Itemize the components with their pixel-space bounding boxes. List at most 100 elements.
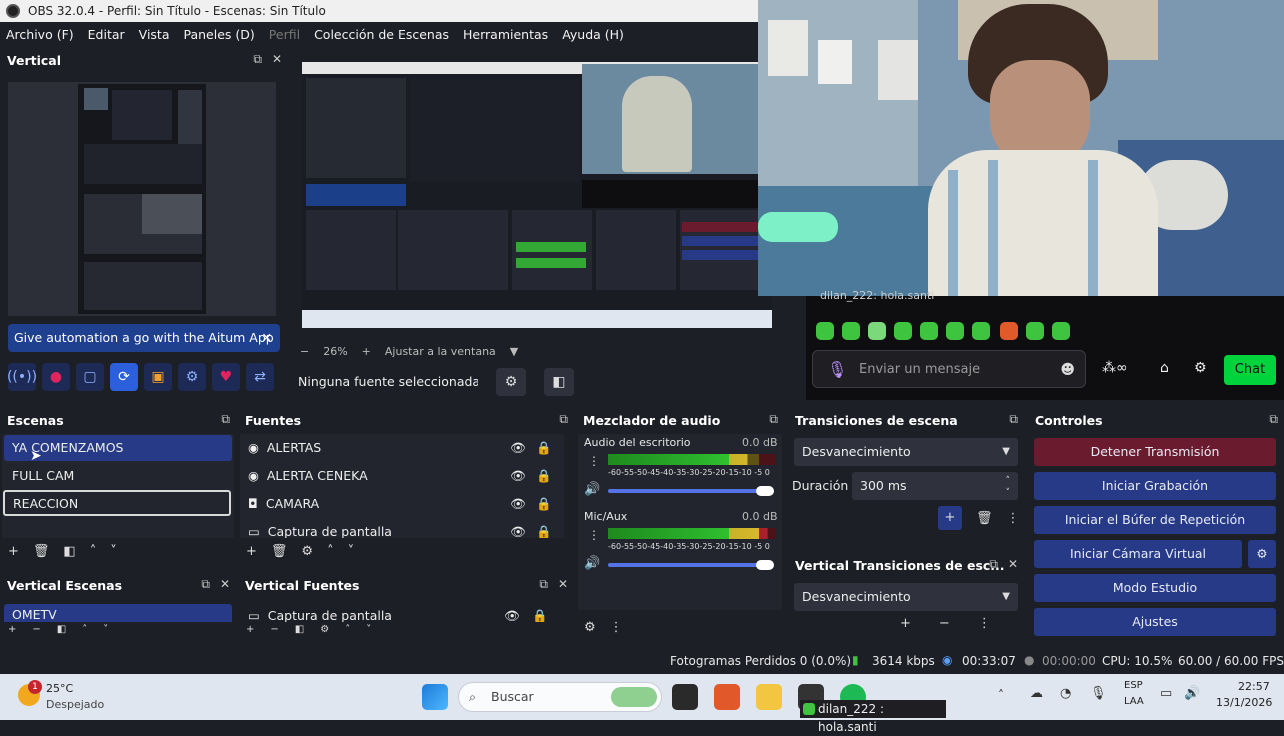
file-explorer-icon[interactable] [756,684,782,710]
main-preview[interactable] [302,62,772,328]
remove-icon[interactable]: − [939,616,950,631]
emote-icon[interactable] [1052,322,1070,340]
lock-icon[interactable]: 🔒 [536,519,552,538]
lock-icon[interactable]: 🔒 [536,435,552,461]
float-icon[interactable]: ⧉ [559,412,568,427]
menu-herramientas[interactable]: Herramientas [463,27,556,42]
menu-archivo[interactable]: Archivo (F) [6,27,82,42]
microphone-icon[interactable]: 🎙 [1090,686,1107,701]
virtual-camera-button[interactable]: Iniciar Cámara Virtual [1034,540,1242,568]
float-icon[interactable]: ⧉ [221,412,230,427]
add-icon[interactable]: + [900,616,911,631]
tray-icon[interactable]: ◔ [1060,686,1071,701]
eye-icon[interactable]: 👁 [504,604,520,622]
volume-slider[interactable] [608,489,774,493]
trash-icon[interactable]: 🗑 [33,544,50,559]
add-icon[interactable]: + [246,544,257,559]
fit-window-select[interactable]: Ajustar a la ventana [385,345,496,358]
menu-vista[interactable]: Vista [139,27,178,42]
settings-button[interactable]: Ajustes [1034,608,1276,636]
filter-icon[interactable]: ◧ [295,624,304,635]
emote-icon[interactable] [842,322,860,340]
store-icon[interactable]: ⌂ [1160,360,1169,376]
emote-icon[interactable] [1000,322,1018,340]
microphone-icon[interactable]: 🎙 [827,351,847,389]
transition-select[interactable]: Desvanecimiento ▼ [794,438,1018,466]
zoom-in-icon[interactable]: + [362,345,371,358]
network-icon[interactable]: ▭ [1160,686,1172,701]
filter-icon[interactable]: ◧ [63,544,75,559]
add-icon[interactable]: + [8,624,16,635]
close-icon[interactable]: ✕ [220,577,230,592]
menu-coleccion-escenas[interactable]: Colección de Escenas [314,27,457,42]
close-icon[interactable]: ✕ [1008,557,1018,572]
emote-icon[interactable] [1026,322,1044,340]
bits-icon[interactable]: ⁂∞ [1102,360,1128,376]
volume-knob[interactable] [756,560,774,570]
stop-square-icon[interactable]: ▢ [76,363,104,391]
kebab-menu-icon[interactable]: ⋮ [610,620,623,635]
float-icon[interactable]: ⧉ [201,577,210,592]
emote-icon[interactable] [920,322,938,340]
add-icon[interactable]: + [246,624,254,635]
eye-icon[interactable]: 👁 [510,463,526,489]
tray-icon[interactable]: ☁ [1030,686,1043,701]
chat-send-button[interactable]: Chat [1224,355,1276,385]
menu-ayuda[interactable]: Ayuda (H) [562,27,632,42]
taskbar-search[interactable]: ⌕ Buscar [458,682,662,712]
gear-icon[interactable]: ⚙ [320,624,329,635]
menu-perfil[interactable]: Perfil [269,27,308,42]
emote-icon[interactable] [972,322,990,340]
add-icon[interactable]: + [8,544,19,559]
float-icon[interactable]: ⧉ [1269,412,1278,427]
duration-spinbox[interactable]: 300 ms ˄ ˅ [852,472,1018,500]
chevron-down-icon[interactable]: ˅ [366,624,371,635]
scene-item[interactable]: FULL CAM [4,463,232,489]
trash-icon[interactable]: 🗑 [976,511,993,526]
source-item[interactable]: ◉ ALERTAS 👁 🔒 [240,435,560,461]
emote-icon[interactable] [946,322,964,340]
chevron-up-icon[interactable]: ˄ [327,544,334,559]
kebab-menu-icon[interactable]: ⋮ [588,528,600,542]
language-bottom[interactable]: LAA [1124,696,1144,707]
heart-icon[interactable]: ♥ [212,363,240,391]
stream-signal-icon[interactable]: ((•)) [7,363,37,391]
source-filters-button[interactable]: ◧ [544,368,574,396]
lock-icon[interactable]: 🔒 [532,604,548,622]
kebab-menu-icon[interactable]: ⋮ [1007,511,1020,526]
chat-message-input[interactable]: 🎙 Enviar un mensaje ☻ [812,350,1086,388]
float-icon[interactable]: ⧉ [253,52,262,67]
add-icon[interactable]: + [938,506,962,530]
gear-icon[interactable]: ⚙ [1194,360,1207,376]
filter-icon[interactable]: ◧ [57,624,66,635]
float-icon[interactable]: ⧉ [1009,412,1018,427]
emote-icon[interactable] [868,322,886,340]
chevron-down-icon[interactable]: ˅ [110,544,117,559]
float-icon[interactable]: ⧉ [539,577,548,592]
volume-slider[interactable] [608,563,774,567]
studio-mode-button[interactable]: Modo Estudio [1034,574,1276,602]
vertical-transition-select[interactable]: Desvanecimiento ▼ [794,583,1018,611]
transfer-icon[interactable]: ⇄ [246,363,274,391]
stop-stream-button[interactable]: Detener Transmisión [1034,438,1276,466]
scene-item[interactable]: REACCION [3,490,231,516]
kebab-menu-icon[interactable]: ⋮ [588,454,600,468]
chevron-down-icon[interactable]: ˅ [103,624,108,635]
emote-icon[interactable] [816,322,834,340]
start-recording-button[interactable]: Iniciar Grabación [1034,472,1276,500]
close-icon[interactable]: ✕ [558,577,568,592]
trash-icon[interactable]: 🗑 [271,544,288,559]
aitum-banner[interactable]: Give automation a go with the Aitum App … [8,324,280,352]
float-icon[interactable]: ⧉ [769,412,778,427]
chevron-up-icon[interactable]: ˄ [998,688,1004,702]
spin-arrows-icon[interactable]: ˄ ˅ [1006,475,1011,499]
clock-date[interactable]: 13/1/2026 [1216,696,1272,709]
volume-knob[interactable] [756,486,774,496]
clock-time[interactable]: 22:57 [1238,680,1270,693]
float-icon[interactable]: ⧉ [989,557,998,572]
language-top[interactable]: ESP [1124,680,1143,691]
kebab-menu-icon[interactable]: ⋮ [978,616,991,631]
gear-icon[interactable]: ⚙ [301,544,313,559]
eye-icon[interactable]: 👁 [510,519,526,538]
source-item[interactable]: ◉ ALERTA CENEKA 👁 🔒 [240,463,560,489]
